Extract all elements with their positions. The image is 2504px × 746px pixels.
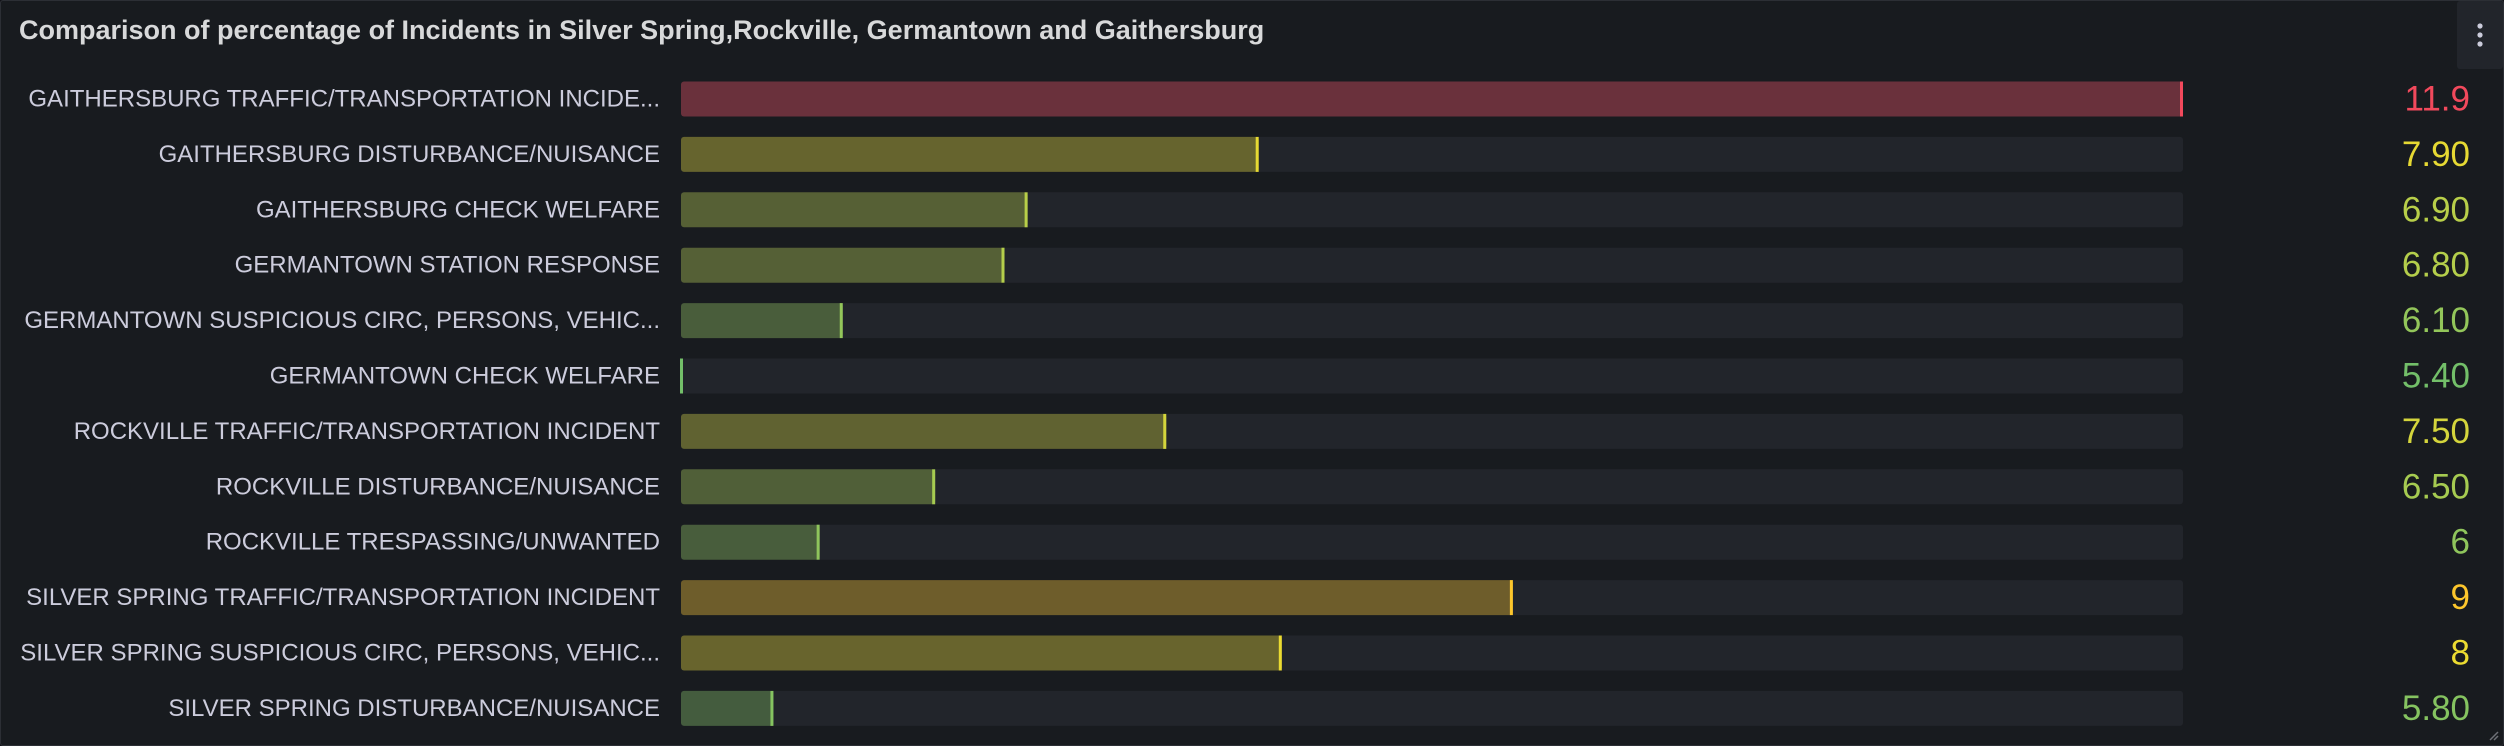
bar-value: 5.80 — [2402, 689, 2470, 728]
bar-label: GERMANTOWN CHECK WELFARE — [270, 363, 660, 390]
bar-fill — [681, 413, 1167, 449]
bar-label: ROCKVILLE TRESPASSING/UNWANTED — [206, 529, 660, 556]
bar-row: ROCKVILLE TRESPASSING/UNWANTED 6 — [206, 523, 2470, 562]
bar-label: SILVER SPRING TRAFFIC/TRANSPORTATION INC… — [26, 584, 660, 611]
bar-end-cap — [1509, 580, 1513, 616]
bar-row: GAITHERSBURG DISTURBANCE/NUISANCE 7.90 — [159, 135, 2470, 174]
bar-end-cap — [1255, 136, 1259, 172]
bar-label: SILVER SPRING DISTURBANCE/NUISANCE — [168, 695, 660, 722]
bar-track — [681, 690, 2183, 726]
bar-value: 5.40 — [2402, 357, 2470, 396]
bar-value: 7.90 — [2402, 135, 2470, 174]
bar-value: 9 — [2451, 578, 2470, 617]
bar-label: SILVER SPRING SUSPICIOUS CIRC, PERSONS, … — [20, 640, 660, 667]
bar-end-cap — [1163, 413, 1167, 449]
bar-value: 6.50 — [2402, 467, 2470, 506]
bar-fill — [681, 469, 936, 505]
bar-end-cap — [1001, 247, 1005, 283]
bar-row: GERMANTOWN CHECK WELFARE 5.40 — [270, 357, 2470, 396]
bar-label: GERMANTOWN SUSPICIOUS CIRC, PERSONS, VEH… — [24, 307, 660, 334]
bar-end-cap — [770, 690, 774, 726]
bar-row: SILVER SPRING SUSPICIOUS CIRC, PERSONS, … — [20, 634, 2470, 673]
bar-end-cap — [932, 469, 936, 505]
bar-end-cap — [816, 524, 820, 560]
bar-track — [681, 358, 2183, 394]
bar-row: GERMANTOWN SUSPICIOUS CIRC, PERSONS, VEH… — [24, 301, 2470, 340]
bar-fill — [681, 247, 1005, 283]
bar-fill — [681, 192, 1028, 228]
bar-label: GAITHERSBURG TRAFFIC/TRANSPORTATION INCI… — [28, 86, 660, 113]
bar-fill — [681, 690, 774, 726]
bar-row: SILVER SPRING TRAFFIC/TRANSPORTATION INC… — [26, 578, 2470, 617]
bar-value: 6 — [2451, 523, 2470, 562]
bar-row: GAITHERSBURG TRAFFIC/TRANSPORTATION INCI… — [28, 80, 2470, 119]
bar-fill — [681, 136, 1259, 172]
bar-row: ROCKVILLE DISTURBANCE/NUISANCE 6.50 — [216, 467, 2470, 506]
bar-label: GERMANTOWN STATION RESPONSE — [235, 252, 660, 279]
bar-end-cap — [839, 303, 843, 339]
bar-fill — [681, 580, 1513, 616]
bar-fill — [681, 635, 1282, 671]
bar-row: ROCKVILLE TRAFFIC/TRANSPORTATION INCIDEN… — [74, 412, 2470, 451]
bar-label: GAITHERSBURG CHECK WELFARE — [256, 196, 660, 223]
bar-label: ROCKVILLE DISTURBANCE/NUISANCE — [216, 473, 660, 500]
bar-end-cap — [1024, 192, 1028, 228]
bar-fill — [681, 303, 843, 339]
bar-row: GAITHERSBURG CHECK WELFARE 6.90 — [256, 190, 2470, 229]
bar-end-cap — [680, 358, 683, 394]
bar-value: 7.50 — [2402, 412, 2470, 451]
bar-value: 6.10 — [2402, 301, 2470, 340]
bar-row: GERMANTOWN STATION RESPONSE 6.80 — [235, 246, 2470, 285]
bar-value: 11.9 — [2404, 80, 2470, 119]
bar-value: 8 — [2451, 634, 2470, 673]
bar-fill — [681, 81, 2183, 117]
bar-label: ROCKVILLE TRAFFIC/TRANSPORTATION INCIDEN… — [74, 418, 661, 445]
bar-track — [681, 524, 2183, 560]
bar-label: GAITHERSBURG DISTURBANCE/NUISANCE — [159, 141, 660, 168]
bar-value: 6.90 — [2402, 190, 2470, 229]
bar-track — [681, 303, 2183, 339]
bar-row: SILVER SPRING DISTURBANCE/NUISANCE 5.80 — [168, 689, 2470, 728]
bar-value: 6.80 — [2402, 246, 2470, 285]
bar-gauge-chart: GAITHERSBURG TRAFFIC/TRANSPORTATION INCI… — [20, 80, 2470, 728]
bar-end-cap — [2180, 81, 2183, 117]
bar-end-cap — [1278, 635, 1282, 671]
bar-fill — [681, 524, 820, 560]
